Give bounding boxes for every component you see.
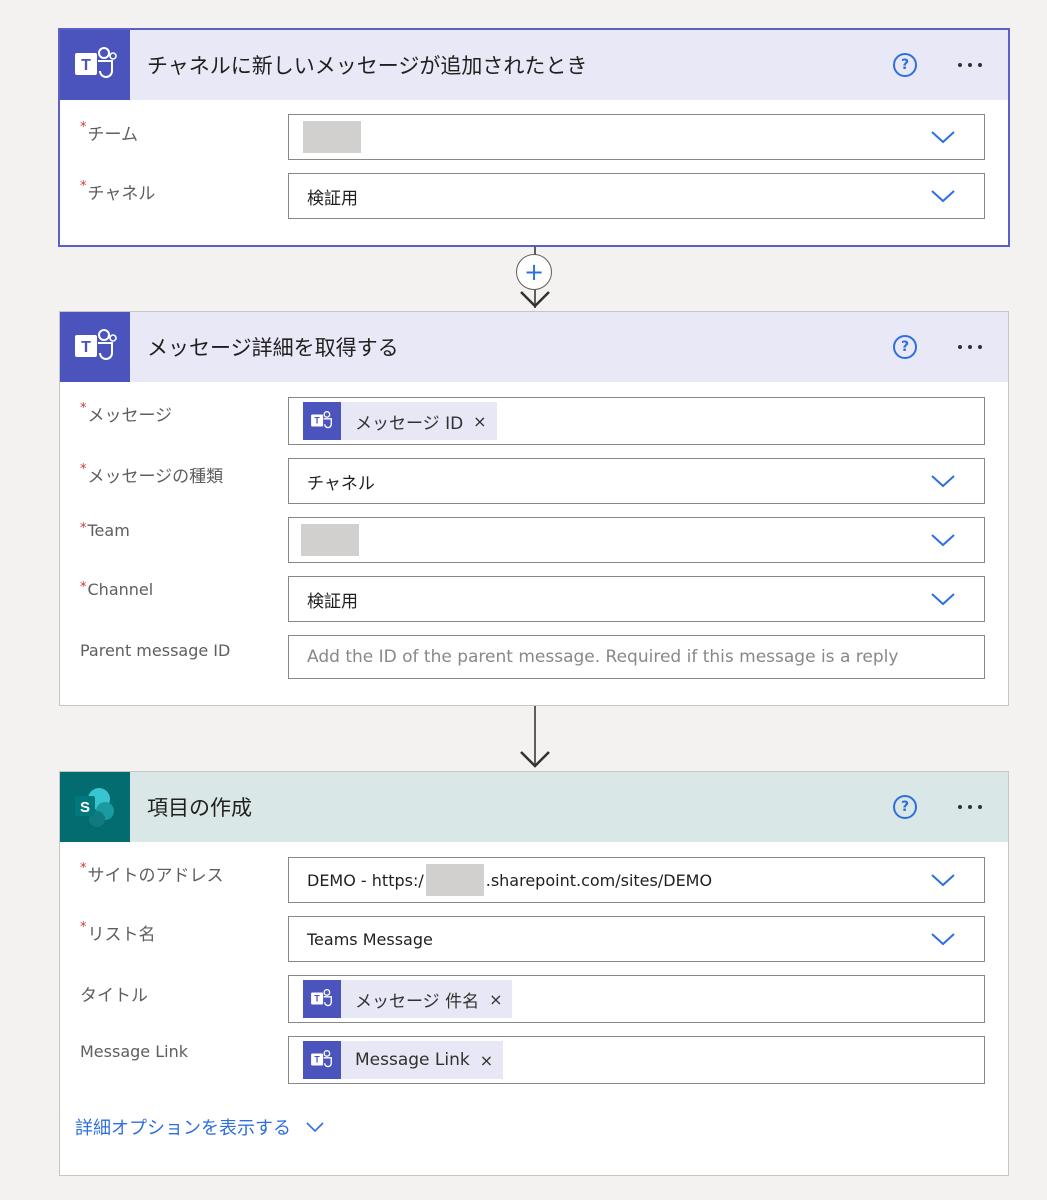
- message-input[interactable]: T メッセージ ID ×: [288, 397, 985, 445]
- advanced-link-label: 詳細オプションを表示する: [75, 1118, 291, 1139]
- svg-text:T: T: [314, 416, 320, 426]
- channel-dropdown[interactable]: 検証用: [288, 173, 985, 219]
- redacted-value: [425, 864, 484, 896]
- arrow-down-icon: [520, 291, 550, 308]
- channel-value: 検証用: [307, 188, 358, 209]
- field-row-message-link: Message Link T Message Link ×: [60, 1036, 1008, 1097]
- field-label: *Team: [80, 521, 130, 540]
- field-label: *チーム: [80, 120, 138, 145]
- parent-message-id-input[interactable]: Add the ID of the parent message. Requir…: [288, 635, 985, 679]
- more-options-icon[interactable]: [950, 332, 990, 362]
- message-link-input[interactable]: T Message Link ×: [288, 1036, 985, 1084]
- svg-text:T: T: [81, 57, 91, 74]
- chevron-down-icon[interactable]: [930, 531, 956, 549]
- create-item-card-body: *サイトのアドレス DEMO - https:/ .sharepoint.com…: [60, 842, 1008, 1139]
- dynamic-content-token[interactable]: T メッセージ ID ×: [303, 402, 497, 440]
- field-label: *メッセージ: [80, 401, 173, 426]
- field-label: *リスト名: [80, 920, 156, 945]
- field-row-team: *チーム: [60, 114, 1008, 173]
- list-name-dropdown[interactable]: Teams Message: [288, 916, 985, 962]
- arrow-down-icon: [520, 751, 550, 768]
- get-message-card-body: *メッセージ T メッセージ ID × *メッセージの種類 チャネル *Team: [60, 382, 1008, 697]
- message-type-dropdown[interactable]: チャネル: [288, 458, 985, 504]
- field-row-channel: *チャネル 検証用: [60, 173, 1008, 231]
- help-icon[interactable]: ?: [893, 795, 917, 819]
- remove-token-icon[interactable]: ×: [473, 412, 486, 431]
- field-label: Message Link: [80, 1042, 188, 1061]
- chevron-down-icon[interactable]: [930, 930, 956, 948]
- redacted-value: [303, 121, 361, 153]
- create-item-card-header[interactable]: S 項目の作成 ?: [60, 772, 1008, 842]
- field-row-message-type: *メッセージの種類 チャネル: [60, 458, 1008, 517]
- field-label: *サイトのアドレス: [80, 861, 224, 886]
- create-item-card[interactable]: S 項目の作成 ? *サイトのアドレス DEMO - https:/ .shar…: [59, 771, 1009, 1176]
- trigger-card-header[interactable]: T チャネルに新しいメッセージが追加されたとき ?: [60, 30, 1008, 100]
- site-prefix: DEMO - https:/: [307, 870, 424, 890]
- svg-text:T: T: [81, 339, 91, 356]
- site-suffix: .sharepoint.com/sites/DEMO: [485, 870, 713, 890]
- chevron-down-icon[interactable]: [930, 871, 956, 889]
- field-label: Parent message ID: [80, 641, 231, 660]
- trigger-title: チャネルに新しいメッセージが追加されたとき: [147, 54, 588, 78]
- field-row-channel: *Channel 検証用: [60, 576, 1008, 635]
- teams-app-icon: T: [60, 312, 130, 382]
- token-label: Message Link: [355, 1050, 470, 1070]
- channel-value: 検証用: [307, 591, 358, 612]
- more-options-icon[interactable]: [950, 50, 990, 80]
- svg-text:T: T: [314, 1055, 320, 1065]
- help-icon[interactable]: ?: [893, 53, 917, 77]
- teams-app-icon: T: [60, 30, 130, 100]
- chevron-down-icon[interactable]: [930, 128, 956, 146]
- placeholder-text: Add the ID of the parent message. Requir…: [307, 647, 899, 667]
- token-label: メッセージ 件名: [355, 991, 480, 1012]
- svg-text:T: T: [314, 994, 320, 1004]
- field-row-team: *Team: [60, 517, 1008, 576]
- get-message-title: メッセージ詳細を取得する: [147, 336, 399, 360]
- chevron-down-icon[interactable]: [930, 590, 956, 608]
- field-row-parent-message: Parent message ID Add the ID of the pare…: [60, 635, 1008, 681]
- create-item-title: 項目の作成: [147, 796, 252, 820]
- chevron-down-icon: [306, 1122, 324, 1133]
- sharepoint-app-icon: S: [60, 772, 130, 842]
- svg-text:S: S: [80, 799, 90, 816]
- team-dropdown[interactable]: [288, 114, 985, 160]
- get-message-card[interactable]: T メッセージ詳細を取得する ? *メッセージ T メッセージ ID × *メッ…: [59, 311, 1009, 706]
- team-dropdown[interactable]: [288, 517, 985, 563]
- chevron-down-icon[interactable]: [930, 472, 956, 490]
- remove-token-icon[interactable]: ×: [480, 1051, 493, 1070]
- teams-token-icon: T: [303, 980, 341, 1018]
- field-row-message: *メッセージ T メッセージ ID ×: [60, 397, 1008, 458]
- trigger-card-body: *チーム *チャネル 検証用: [60, 100, 1008, 247]
- show-advanced-options-link[interactable]: 詳細オプションを表示する: [75, 1114, 325, 1140]
- field-label: *チャネル: [80, 179, 156, 204]
- site-address-dropdown[interactable]: DEMO - https:/ .sharepoint.com/sites/DEM…: [288, 857, 985, 903]
- field-label: タイトル: [80, 986, 148, 1006]
- field-label: *メッセージの種類: [80, 462, 224, 487]
- field-row-site-address: *サイトのアドレス DEMO - https:/ .sharepoint.com…: [60, 857, 1008, 916]
- insert-step-button[interactable]: +: [516, 254, 552, 290]
- redacted-value: [301, 524, 359, 556]
- teams-token-icon: T: [303, 1041, 341, 1079]
- dynamic-content-token[interactable]: T Message Link ×: [303, 1041, 504, 1079]
- dynamic-content-token[interactable]: T メッセージ 件名 ×: [303, 980, 513, 1018]
- help-icon[interactable]: ?: [893, 335, 917, 359]
- channel-dropdown[interactable]: 検証用: [288, 576, 985, 622]
- chevron-down-icon[interactable]: [930, 187, 956, 205]
- token-label: メッセージ ID: [355, 413, 464, 434]
- message-type-value: チャネル: [307, 473, 375, 494]
- remove-token-icon[interactable]: ×: [489, 990, 502, 1009]
- title-input[interactable]: T メッセージ 件名 ×: [288, 975, 985, 1023]
- list-name-value: Teams Message: [307, 929, 433, 949]
- get-message-card-header[interactable]: T メッセージ詳細を取得する ?: [60, 312, 1008, 382]
- more-options-icon[interactable]: [950, 792, 990, 822]
- field-label: *Channel: [80, 580, 154, 599]
- trigger-card[interactable]: T チャネルに新しいメッセージが追加されたとき ? *チーム *チャネル 検証用: [59, 29, 1009, 246]
- field-row-list-name: *リスト名 Teams Message: [60, 916, 1008, 975]
- teams-token-icon: T: [303, 402, 341, 440]
- field-row-title: タイトル T メッセージ 件名 ×: [60, 975, 1008, 1036]
